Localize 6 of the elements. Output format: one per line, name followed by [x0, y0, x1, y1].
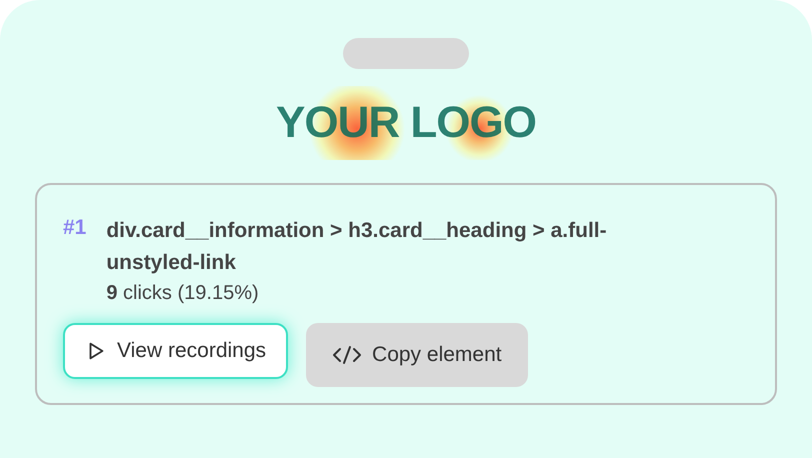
copy-element-button[interactable]: Copy element [306, 323, 528, 387]
click-count: 9 clicks (19.15%) [106, 281, 260, 306]
view-recordings-button[interactable]: View recordings [63, 323, 288, 379]
element-selector: div.card__information > h3.card__heading > a.full-unstyled-link [106, 218, 608, 276]
rank-label: #1 [63, 215, 86, 241]
code-icon [332, 344, 362, 366]
